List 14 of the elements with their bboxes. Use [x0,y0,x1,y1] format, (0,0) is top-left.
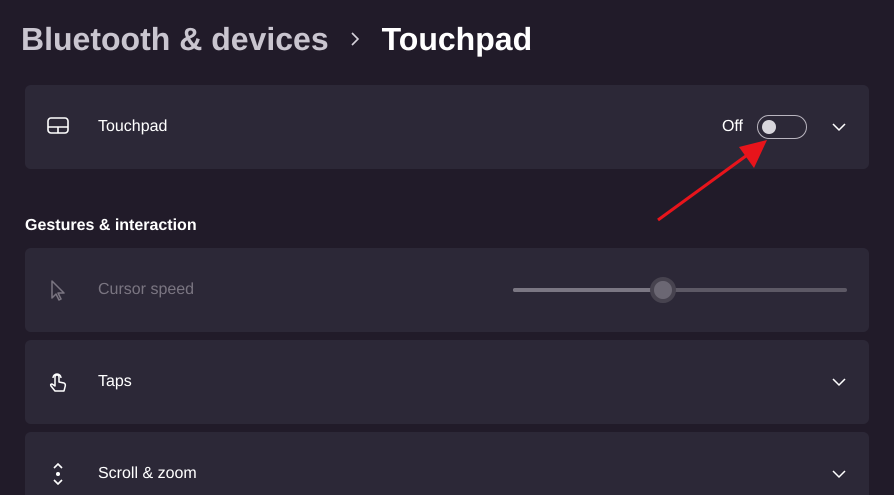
setting-label: Touchpad [98,117,168,137]
tap-hand-icon [47,371,69,393]
setting-label: Cursor speed [98,280,196,300]
chevron-down-icon[interactable] [831,469,847,479]
breadcrumb-link[interactable]: Bluetooth & devices [21,15,329,63]
setting-label: Scroll & zoom [98,464,198,484]
chevron-right-icon [350,32,360,46]
section-heading: Gestures & interaction [25,216,198,236]
chevron-down-icon[interactable] [831,122,847,132]
chevron-down-icon[interactable] [831,377,847,387]
touchpad-toggle[interactable] [757,115,807,139]
page-title: Touchpad [382,20,532,59]
setting-label: Taps [98,372,133,392]
toggle-state-label: Off [722,117,743,137]
